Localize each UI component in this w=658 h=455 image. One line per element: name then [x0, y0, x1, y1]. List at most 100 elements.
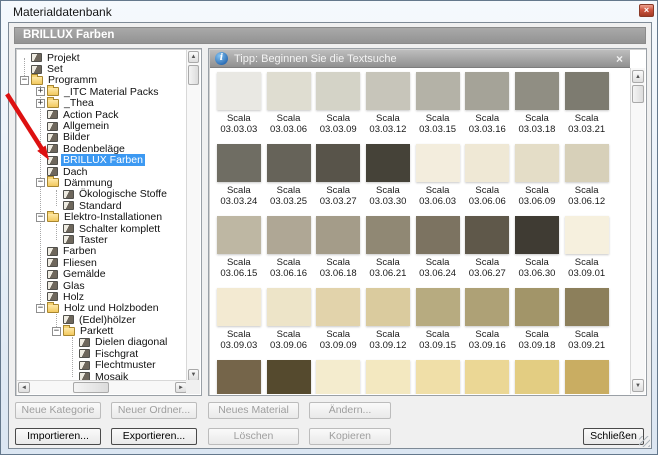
material-swatch[interactable]: Scala 03.09.09 [313, 288, 363, 360]
tree-item[interactable]: − Holz und Holzboden [17, 301, 186, 314]
material-swatch[interactable]: Scala 03.03.15 [413, 72, 463, 144]
scroll-down-icon[interactable]: ▼ [632, 379, 644, 392]
collapse-icon[interactable]: − [52, 326, 61, 336]
aendern-button[interactable]: Ändern... [309, 402, 391, 419]
tree-item[interactable]: Holz [17, 291, 186, 303]
tree-item[interactable]: − Programm [17, 73, 186, 86]
tree-item[interactable]: Bilder [17, 131, 186, 143]
material-swatch[interactable] [363, 360, 413, 394]
material-swatch[interactable] [462, 360, 512, 394]
tree-horizontal-scrollbar[interactable]: ◄ ► [17, 380, 188, 394]
tree-vertical-scrollbar[interactable]: ▲ ▼ [186, 50, 200, 382]
swatch-label: Scala 03.09.12 [363, 329, 413, 351]
tree-item[interactable]: Action Pack [17, 109, 186, 121]
tree-item[interactable]: Allgemein [17, 120, 186, 132]
material-swatch[interactable] [264, 360, 314, 394]
tree-item[interactable]: Mosaik [17, 371, 186, 380]
tree-item[interactable]: Farben [17, 245, 186, 257]
tree-item[interactable]: Ökologische Stoffe [17, 188, 186, 200]
expand-icon[interactable]: + [36, 87, 45, 97]
scroll-thumb[interactable] [632, 85, 644, 103]
exportieren-button[interactable]: Exportieren... [111, 428, 197, 445]
tree-item[interactable]: Projekt [17, 52, 186, 64]
title-bar[interactable]: Materialdatenbank × [1, 1, 657, 22]
scroll-thumb[interactable] [73, 382, 109, 393]
tree-item[interactable]: − Elektro-Installationen [17, 210, 186, 223]
material-swatch[interactable]: Scala 03.09.03 [214, 288, 264, 360]
material-list-scrollbar[interactable]: ▲ ▼ [630, 68, 645, 394]
neues-material-button[interactable]: Neues Material [208, 402, 299, 419]
neue-kategorie-button[interactable]: Neue Kategorie [15, 402, 101, 419]
material-swatch[interactable] [214, 360, 264, 394]
material-swatch[interactable]: Scala 03.03.25 [264, 144, 314, 216]
material-swatch[interactable]: Scala 03.06.15 [214, 216, 264, 288]
tree-item[interactable]: Fliesen [17, 257, 186, 269]
material-swatch[interactable]: Scala 03.09.16 [462, 288, 512, 360]
tree-item[interactable]: Dielen diagonal [17, 336, 186, 348]
schliessen-button[interactable]: Schließen [583, 428, 644, 445]
material-swatch[interactable]: Scala 03.06.03 [413, 144, 463, 216]
tree-item[interactable]: + _ITC Material Packs [17, 85, 186, 98]
scroll-thumb[interactable] [188, 65, 199, 85]
tree-item[interactable]: Taster [17, 234, 186, 246]
material-swatch[interactable]: Scala 03.03.06 [264, 72, 314, 144]
material-swatch[interactable]: Scala 03.06.06 [462, 144, 512, 216]
material-swatch[interactable]: Scala 03.09.12 [363, 288, 413, 360]
tree-item[interactable]: Fischgrat [17, 348, 186, 360]
tree-item[interactable]: Dach [17, 166, 186, 178]
tree-item[interactable]: Gemälde [17, 268, 186, 280]
material-swatch[interactable]: Scala 03.06.27 [462, 216, 512, 288]
tree-item[interactable]: Schalter komplett [17, 223, 186, 235]
tree-item[interactable]: BRILLUX Farben [17, 154, 186, 167]
material-swatch[interactable]: Scala 03.03.27 [313, 144, 363, 216]
material-swatch[interactable]: Scala 03.09.15 [413, 288, 463, 360]
tree-item[interactable]: − Dämmung [17, 176, 186, 189]
material-swatch[interactable]: Scala 03.09.18 [512, 288, 562, 360]
neuer-ordner-button[interactable]: Neuer Ordner... [111, 402, 197, 419]
material-swatch[interactable]: Scala 03.03.12 [363, 72, 413, 144]
material-swatch[interactable] [562, 360, 612, 394]
material-swatch[interactable]: Scala 03.06.21 [363, 216, 413, 288]
material-swatch[interactable]: Scala 03.03.21 [562, 72, 612, 144]
material-swatch[interactable]: Scala 03.03.30 [363, 144, 413, 216]
tree-item[interactable]: Standard [17, 200, 186, 212]
tree-item[interactable]: Glas [17, 280, 186, 292]
material-swatch[interactable]: Scala 03.09.21 [562, 288, 612, 360]
collapse-icon[interactable]: − [20, 75, 29, 85]
material-swatch[interactable] [512, 360, 562, 394]
collapse-icon[interactable]: − [36, 303, 45, 313]
tree-item[interactable]: Flechtmuster [17, 359, 186, 371]
loeschen-button[interactable]: Löschen [208, 428, 299, 445]
material-swatch[interactable]: Scala 03.03.16 [462, 72, 512, 144]
material-swatch[interactable]: Scala 03.03.03 [214, 72, 264, 144]
material-swatch[interactable]: Scala 03.09.06 [264, 288, 314, 360]
tip-close-icon[interactable]: × [616, 52, 623, 66]
tree-item[interactable]: − Parkett [17, 324, 186, 337]
tree-item[interactable]: + _Thea [17, 96, 186, 109]
resize-grip-icon[interactable] [639, 436, 650, 447]
material-swatch[interactable]: Scala 03.09.01 [562, 216, 612, 288]
tree-item[interactable]: (Edel)hölzer [17, 314, 186, 326]
tree-item[interactable]: Set [17, 63, 186, 75]
scroll-up-icon[interactable]: ▲ [632, 70, 644, 83]
material-swatch[interactable] [413, 360, 463, 394]
kopieren-button[interactable]: Kopieren [309, 428, 391, 445]
material-swatch[interactable]: Scala 03.03.09 [313, 72, 363, 144]
material-swatch[interactable]: Scala 03.03.24 [214, 144, 264, 216]
importieren-button[interactable]: Importieren... [15, 428, 101, 445]
material-swatch[interactable]: Scala 03.03.18 [512, 72, 562, 144]
window-close-button[interactable]: × [639, 4, 654, 17]
collapse-icon[interactable]: − [36, 178, 45, 188]
material-swatch[interactable]: Scala 03.06.12 [562, 144, 612, 216]
material-swatch[interactable]: Scala 03.06.16 [264, 216, 314, 288]
material-swatch[interactable]: Scala 03.06.24 [413, 216, 463, 288]
collapse-icon[interactable]: − [36, 212, 45, 222]
material-swatch[interactable]: Scala 03.06.09 [512, 144, 562, 216]
material-swatch[interactable]: Scala 03.06.18 [313, 216, 363, 288]
tree-item[interactable]: Bodenbeläge [17, 143, 186, 155]
scroll-up-icon[interactable]: ▲ [188, 51, 199, 63]
material-swatch[interactable] [313, 360, 363, 394]
scroll-left-icon[interactable]: ◄ [18, 382, 30, 393]
material-swatch[interactable]: Scala 03.06.30 [512, 216, 562, 288]
expand-icon[interactable]: + [36, 98, 45, 108]
